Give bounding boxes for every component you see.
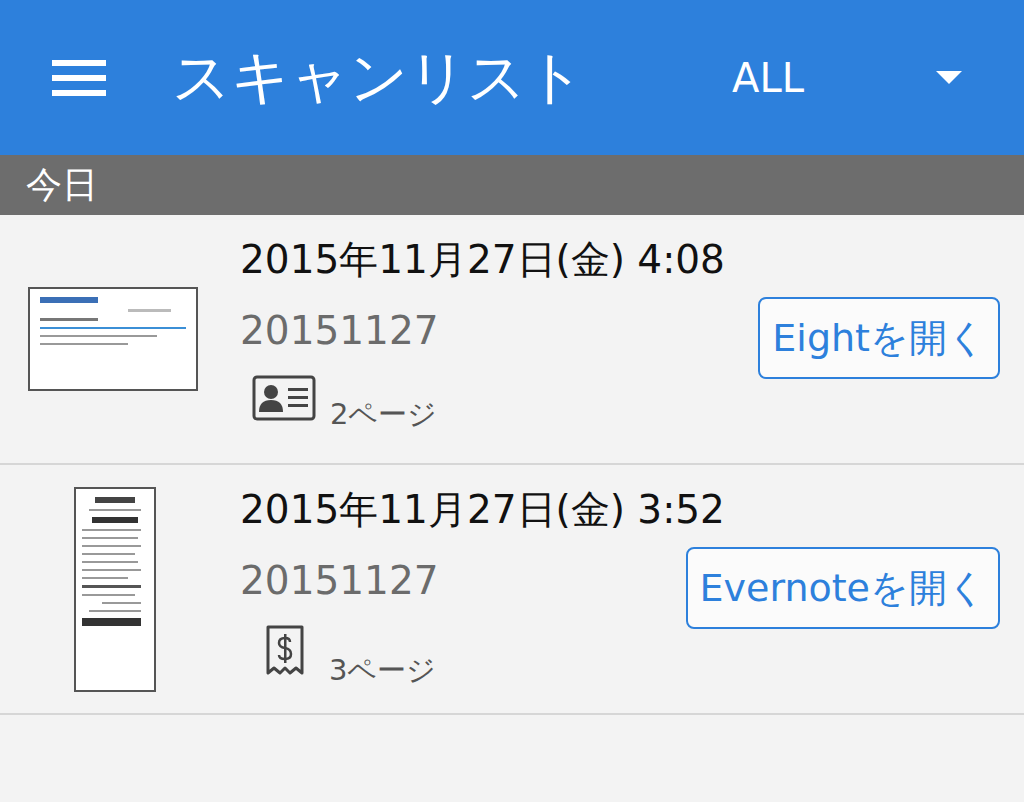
open-app-button[interactable]: Evernoteを開く	[686, 547, 1000, 629]
contact-card-icon	[252, 375, 316, 421]
scan-name: 20151127	[240, 308, 758, 355]
scan-datetime: 2015年11月27日(金) 3:52	[240, 487, 686, 534]
page-count: 3ページ	[329, 655, 436, 687]
receipt-icon	[265, 625, 305, 677]
scan-name: 20151127	[240, 558, 686, 605]
open-app-button[interactable]: Eightを開く	[758, 297, 1000, 379]
scan-row[interactable]: 2015年11月27日(金) 3:52201511273ページEvernoteを…	[0, 465, 1024, 715]
card-thumbnail	[28, 287, 198, 391]
app-bar: スキャンリストALL	[0, 0, 1024, 155]
scan-row[interactable]: 2015年11月27日(金) 4:08201511272ページEightを開く	[0, 215, 1024, 465]
dropdown-arrow-icon[interactable]	[936, 71, 962, 84]
scan-datetime: 2015年11月27日(金) 4:08	[240, 237, 758, 284]
scan-meta: 2ページ	[240, 375, 758, 421]
receipt-thumbnail	[74, 487, 156, 692]
filter-dropdown[interactable]: ALL	[732, 55, 804, 101]
scan-meta: 3ページ	[240, 625, 686, 677]
page-count: 2ページ	[330, 399, 437, 431]
screen-title: スキャンリスト	[172, 39, 732, 117]
scan-list-screen: スキャンリストALL今日2015年11月27日(金) 4:08201511272…	[0, 0, 1024, 802]
menu-icon[interactable]	[52, 58, 106, 98]
section-header: 今日	[0, 155, 1024, 215]
